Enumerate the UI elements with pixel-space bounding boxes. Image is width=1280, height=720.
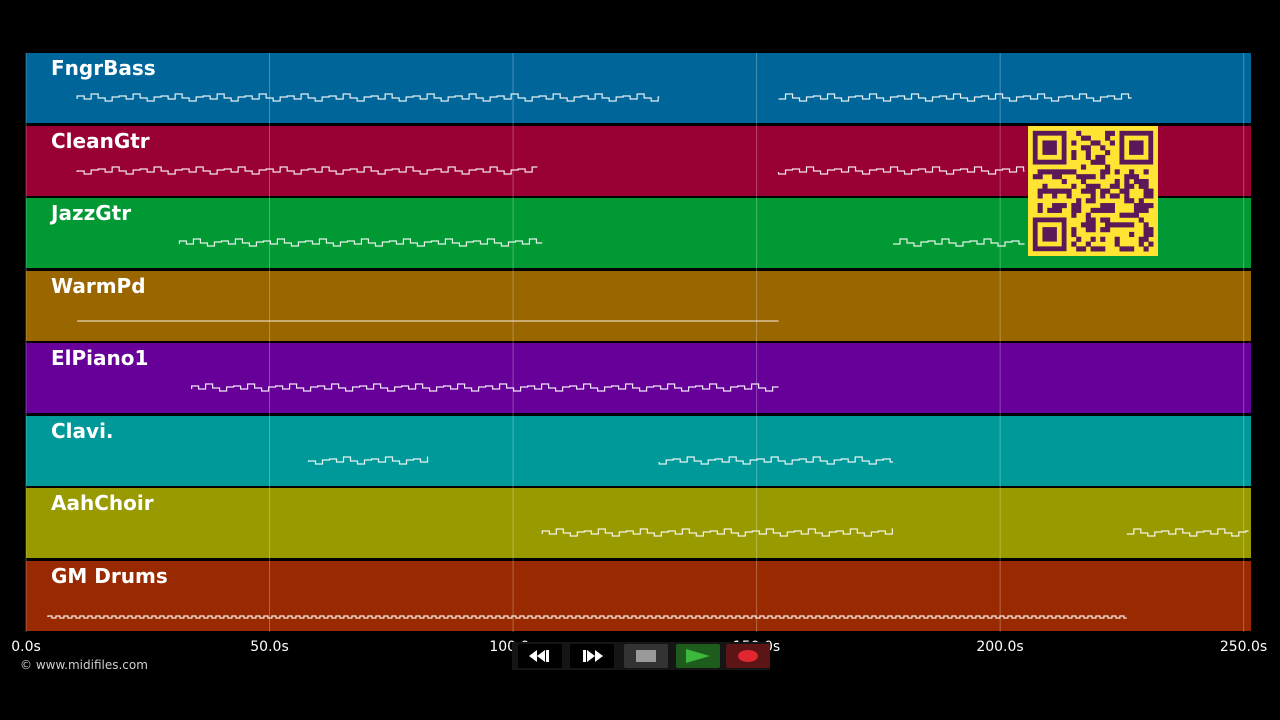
track-elpiano1[interactable]: ElPiano1 [26, 343, 1251, 413]
note-segment [178, 238, 543, 247]
note-segment [307, 456, 429, 465]
note-segment [76, 93, 660, 102]
note-lane [191, 383, 779, 392]
track-name: ElPiano1 [51, 346, 149, 370]
note-lane [47, 615, 1127, 619]
play-button[interactable] [676, 644, 720, 668]
stop-icon [636, 650, 656, 662]
note-segment [658, 456, 893, 465]
note-lane [76, 93, 1132, 102]
track-clavi[interactable]: Clavi. [26, 416, 1251, 486]
qr-code[interactable] [1028, 126, 1158, 256]
track-name: GM Drums [51, 564, 168, 588]
track-aahchoir[interactable]: AahChoir [26, 488, 1251, 558]
note-lane [307, 456, 893, 465]
note-lane [77, 320, 779, 322]
note-lane [541, 528, 1249, 537]
note-segment [76, 166, 538, 175]
track-gm-drums[interactable]: GM Drums [26, 561, 1251, 631]
note-segment [191, 383, 779, 392]
qr-code-icon [1032, 130, 1154, 252]
note-segment [541, 528, 893, 537]
play-icon [686, 649, 710, 663]
track-warmpd[interactable]: WarmPd [26, 271, 1251, 341]
track-name: FngrBass [51, 56, 156, 80]
track-name: CleanGtr [51, 129, 150, 153]
note-segment [892, 238, 1025, 247]
track-name: JazzGtr [51, 201, 132, 225]
fast-forward-icon [583, 650, 603, 662]
note-segment [778, 93, 1132, 102]
rewind-button[interactable] [518, 644, 562, 668]
note-segment [47, 615, 1127, 619]
stop-button[interactable] [624, 644, 668, 668]
record-button[interactable] [726, 644, 770, 668]
tick-label: 200.0s [976, 639, 1024, 655]
tick-label: 250.0s [1219, 639, 1268, 655]
piano-roll-view: FngrBass CleanGtr JazzGtr WarmPd ElPiano… [0, 0, 1280, 720]
fast-forward-button[interactable] [570, 644, 614, 668]
track-name: Clavi. [51, 419, 114, 443]
track-name: WarmPd [51, 274, 146, 298]
track-fngrbass[interactable]: FngrBass [26, 53, 1251, 123]
tick-label: 0.0s [11, 639, 41, 655]
note-segment [1126, 528, 1249, 537]
transport-controls [512, 642, 770, 670]
rewind-icon [529, 650, 549, 662]
copyright-text: © www.midifiles.com [20, 658, 148, 672]
note-segment [777, 166, 1025, 175]
track-name: AahChoir [51, 491, 154, 515]
record-icon [738, 650, 758, 662]
tick-label: 50.0s [250, 639, 289, 655]
